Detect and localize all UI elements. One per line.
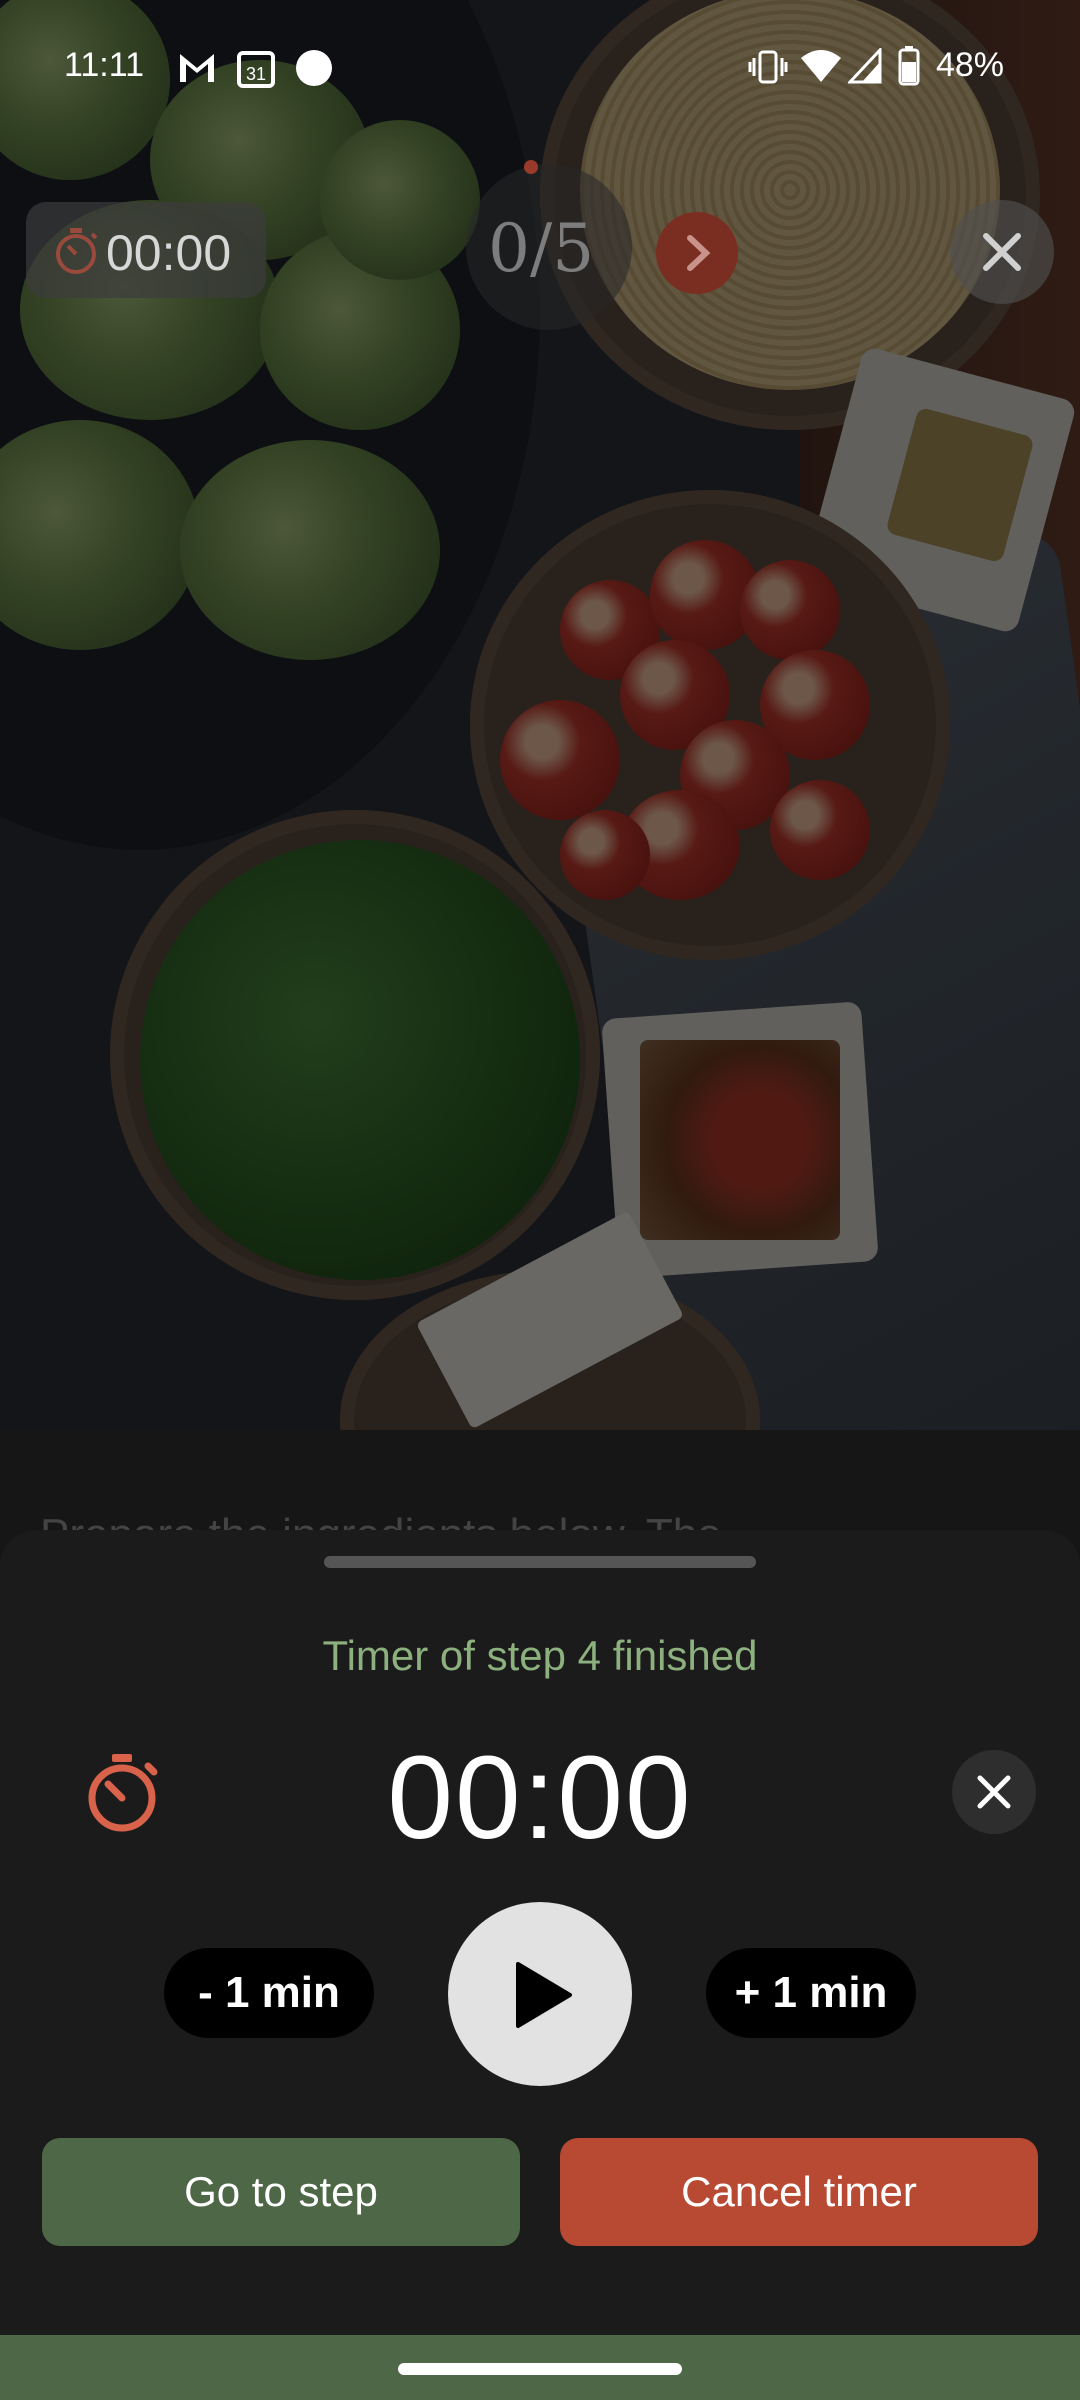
battery-percentage: 48%: [935, 46, 1004, 84]
gmail-icon: [180, 54, 214, 82]
calendar-icon: 31: [237, 51, 275, 88]
play-icon: [516, 1962, 572, 2028]
status-bar: 11:11 31 48%: [0, 0, 1080, 136]
battery-icon: [898, 46, 920, 86]
sheet-title: Timer of step 4 finished: [322, 1632, 758, 1679]
timer-display: 00:00: [387, 1732, 693, 1864]
drag-handle[interactable]: [324, 1556, 756, 1568]
progress-dot: [524, 160, 538, 174]
signal-icon: [848, 48, 882, 84]
circle-icon: [296, 50, 332, 86]
go-to-step-button[interactable]: Go to step: [42, 2138, 520, 2246]
calendar-day: 31: [246, 64, 266, 84]
step-counter: 0/5: [488, 210, 595, 287]
dismiss-timer-button[interactable]: [952, 1750, 1036, 1834]
minus-one-minute-button[interactable]: - 1 min: [164, 1948, 374, 2038]
gesture-nav-bar: [0, 2335, 1080, 2400]
next-step-button[interactable]: [656, 212, 738, 294]
stopwatch-icon: [56, 228, 98, 274]
timer-chip-value: 00:00: [106, 225, 232, 281]
vibrate-icon: [748, 50, 788, 84]
wifi-icon: [801, 50, 841, 82]
cancel-timer-button[interactable]: Cancel timer: [560, 2138, 1038, 2246]
step-timer-chip[interactable]: 00:00: [26, 202, 266, 298]
play-button[interactable]: [448, 1902, 632, 2086]
close-button[interactable]: [950, 200, 1054, 304]
home-gesture-handle[interactable]: [398, 2363, 682, 2375]
status-time: 11:11: [64, 46, 145, 84]
timer-bottom-sheet: Timer of step 4 finished 00:00 - 1 min +…: [0, 1530, 1080, 2335]
plus-one-minute-button[interactable]: + 1 min: [706, 1948, 916, 2038]
close-icon: [983, 233, 1021, 271]
close-icon: [977, 1775, 1011, 1809]
chevron-right-icon: [687, 235, 711, 271]
